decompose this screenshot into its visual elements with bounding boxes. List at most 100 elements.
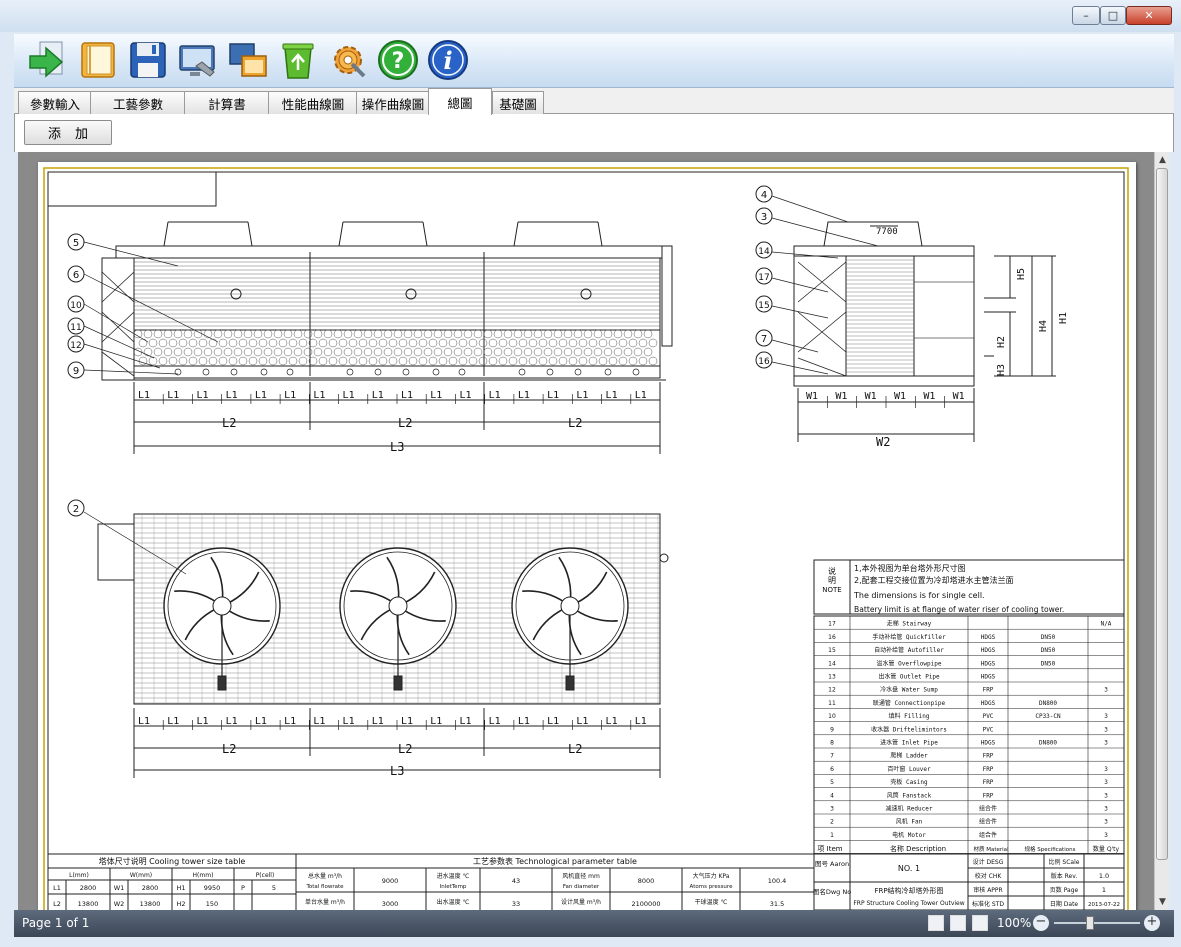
settings-monitor-icon[interactable] — [176, 38, 220, 82]
tab-parameter-input[interactable]: 參數輸入 — [18, 91, 92, 114]
svg-text:FRP Structure Cooling Tower Ou: FRP Structure Cooling Tower Outview — [853, 900, 964, 907]
side-w1-3: W1 — [894, 391, 906, 402]
note-4: Battery limit is at flange of water rise… — [854, 605, 1064, 614]
zoom-out-button[interactable]: − — [1033, 915, 1049, 931]
part-no-4: 4 — [830, 792, 834, 799]
part-no-15: 15 — [828, 647, 836, 654]
zoom-slider-thumb[interactable] — [1086, 916, 1094, 930]
callout-5: 5 — [73, 238, 79, 249]
part-desc-11: 联通管 Connectionpipe — [873, 699, 946, 707]
part-material-4: FRP — [983, 792, 994, 799]
zoom-out-icon: − — [1035, 914, 1047, 929]
note-3: The dimensions is for single cell. — [853, 591, 985, 600]
size-row1-cell-5: 9950 — [204, 884, 221, 892]
part-spec-14: DN50 — [1041, 660, 1056, 667]
help-glyph: ? — [392, 49, 405, 74]
recycle-bin-icon[interactable] — [276, 38, 320, 82]
book-icon[interactable] — [76, 38, 120, 82]
param2-value-0: 3000 — [382, 900, 399, 908]
gear-icon[interactable] — [326, 38, 370, 82]
part-qty-6: 3 — [1104, 766, 1108, 773]
parts-list-table: 17 走梯 Stairway N/A16 手动补给管 Quickfiller HDGS D… — [813, 615, 1125, 855]
plan-l1-4: L1 — [255, 716, 267, 727]
param-sub-0: Total flowrate — [305, 884, 344, 890]
drawing-sheet: L1 L1 L1 L1 L1 L1 L1 L1 L1 L1 L1 L1 L1 L1 L1 L1 L1 L1 L2 … — [38, 162, 1136, 910]
plan-l1-2: L1 — [196, 716, 208, 727]
part-no-11: 11 — [828, 700, 836, 707]
svg-text:审核 APPR: 审核 APPR — [973, 886, 1002, 894]
part-material-3: 组合件 — [979, 805, 997, 813]
svg-text:校对 CHK: 校对 CHK — [975, 872, 1003, 880]
zoom-slider-track[interactable] — [1054, 922, 1140, 924]
param-value-1: 43 — [512, 877, 520, 885]
front-l1-12: L1 — [489, 390, 501, 401]
tab-performance-curve[interactable]: 性能曲線圖 — [268, 91, 358, 114]
close-button[interactable]: ✕ — [1126, 6, 1172, 25]
svg-text:L(mm): L(mm) — [69, 872, 89, 879]
part-desc-2: 风机 Fan — [896, 818, 923, 826]
param2-value-1: 33 — [512, 900, 520, 908]
view-single-page-icon[interactable] — [950, 915, 966, 931]
part-no-7: 7 — [830, 753, 834, 760]
front-l1-8: L1 — [372, 390, 384, 401]
size-row2-cell-4: H2 — [176, 900, 185, 908]
front-l2-middle: L2 — [398, 416, 412, 430]
view-continuous-icon[interactable] — [972, 915, 988, 931]
zoom-in-button[interactable]: + — [1144, 915, 1160, 931]
copy-window-icon[interactable] — [226, 38, 270, 82]
size-row1-cell-4: H1 — [176, 884, 185, 892]
callout-14: 14 — [758, 247, 770, 257]
tab-process-parameters[interactable]: 工藝參數 — [90, 91, 186, 114]
scroll-down-icon[interactable]: ▼ — [1155, 894, 1170, 909]
tab-general-drawing[interactable]: 總圖 — [428, 88, 492, 115]
front-l1-6: L1 — [313, 390, 325, 401]
height-h5: H5 — [1016, 268, 1027, 280]
maximize-button[interactable]: □ — [1100, 6, 1126, 25]
title-bar[interactable]: – □ ✕ — [0, 0, 1181, 32]
help-icon[interactable]: ? — [376, 38, 420, 82]
part-no-8: 8 — [830, 740, 834, 747]
tab-calculation-sheet[interactable]: 計算書 — [184, 91, 270, 114]
param-sub-1: InletTemp — [440, 884, 467, 890]
scroll-up-icon[interactable]: ▲ — [1155, 152, 1170, 167]
param-label-2: 风机直径 mm — [562, 872, 600, 880]
height-h3: H3 — [996, 364, 1007, 376]
callout-12: 12 — [70, 341, 81, 351]
part-no-12: 12 — [828, 687, 836, 694]
front-l1-7: L1 — [343, 390, 355, 401]
part-no-2: 2 — [830, 819, 834, 826]
part-spec-15: DN50 — [1041, 647, 1056, 654]
part-material-15: HDGS — [981, 647, 996, 654]
svg-text:设计 DESG: 设计 DESG — [973, 858, 1004, 866]
front-l1-9: L1 — [401, 390, 413, 401]
info-glyph: i — [443, 46, 452, 75]
svg-text:W(mm): W(mm) — [130, 872, 152, 879]
save-icon[interactable] — [126, 38, 170, 82]
tab-operation-curve[interactable]: 操作曲線圖 — [356, 91, 430, 114]
part-qty-2: 3 — [1104, 819, 1108, 826]
view-print-icon[interactable] — [928, 915, 944, 931]
part-no-10: 10 — [828, 713, 836, 720]
side-cell-dimension-labels: W1 W1 W1 W1 W1 W1 — [806, 391, 965, 402]
part-desc-10: 填料 Filling — [889, 712, 930, 720]
tab-foundation-drawing[interactable]: 基礎圖 — [492, 91, 544, 114]
document-viewer[interactable]: L1 L1 L1 L1 L1 L1 L1 L1 L1 L1 L1 L1 L1 L1 L1 L1 L1 L1 L2 … — [18, 152, 1154, 910]
part-desc-12: 冷水盘 Water Sump — [880, 686, 938, 694]
size-row2-cell-5: 150 — [206, 900, 218, 908]
info-icon[interactable]: i — [426, 38, 470, 82]
front-l1-15: L1 — [576, 390, 588, 401]
dim-7700: 7700 — [876, 227, 898, 237]
part-no-13: 13 — [828, 674, 836, 681]
vertical-scrollbar[interactable]: ▲ ▼ — [1154, 152, 1169, 910]
scroll-thumb[interactable] — [1156, 168, 1168, 860]
minimize-button[interactable]: – — [1072, 6, 1100, 25]
part-desc-5: 壳板 Casing — [890, 778, 928, 786]
part-desc-17: 走梯 Stairway — [887, 620, 932, 628]
zoom-in-icon: + — [1146, 914, 1158, 929]
arrow-right-icon[interactable] — [26, 38, 70, 82]
callout-17: 17 — [758, 273, 769, 283]
front-l2-right: L2 — [568, 416, 582, 430]
add-button[interactable]: 添加 — [24, 120, 112, 145]
part-spec-16: DN50 — [1041, 634, 1056, 641]
status-bar: Page 1 of 1 100% − + — [14, 910, 1174, 937]
